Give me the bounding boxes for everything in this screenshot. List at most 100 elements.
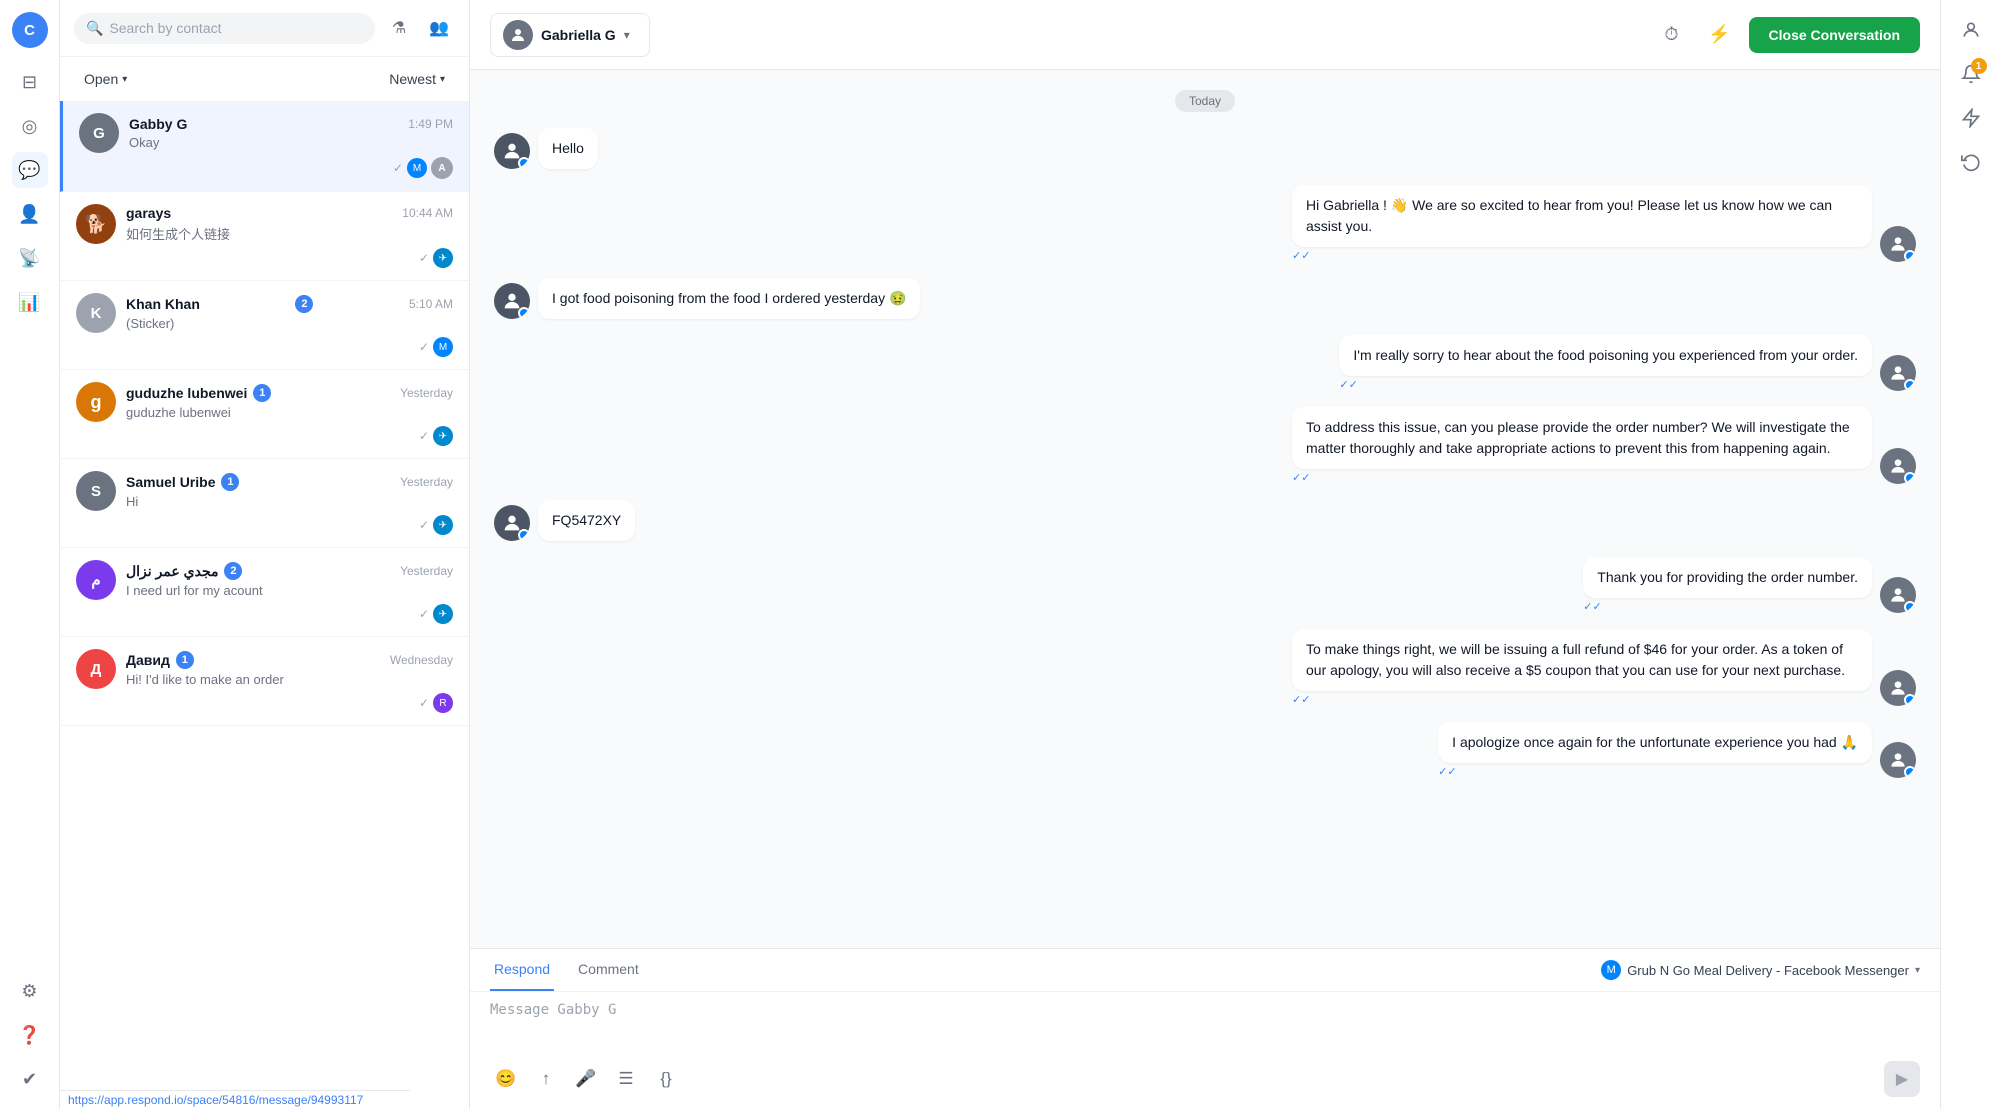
channel-name: Grub N Go Meal Delivery - Facebook Messe… (1627, 963, 1909, 978)
conv-time-guduzhe: Yesterday (400, 386, 453, 400)
close-conversation-button[interactable]: Close Conversation (1749, 17, 1920, 53)
conv-avatar-samuel: S (76, 471, 116, 511)
nav-chat-icon[interactable]: 💬 (12, 152, 48, 188)
conv-meta-guduzhe: guduzhe lubenwei 1 Yesterday guduzhe lub… (126, 384, 453, 420)
msg-check-m5: ✓✓ (1292, 471, 1872, 484)
conv-name-garays: garays (126, 205, 171, 221)
messenger-channel-icon: M (1601, 960, 1621, 980)
url-bar: https://app.respond.io/space/54816/messa… (60, 1090, 410, 1109)
msg-avatar-gabby-m6 (494, 505, 530, 541)
conv-agent-gabby: A (431, 157, 453, 179)
conv-name-majdi: مجدي عمر نزال (126, 563, 218, 580)
msg-row-m7: Thank you for providing the order number… (494, 557, 1916, 613)
emoji-icon[interactable]: 😊 (490, 1063, 522, 1095)
nav-contacts-icon[interactable]: 👤 (12, 196, 48, 232)
nav-status-icon[interactable]: ✔ (12, 1061, 48, 1097)
status-filter[interactable]: Open ▾ (76, 67, 135, 91)
msg-avatar-gabby-m3 (494, 283, 530, 319)
conv-item-david[interactable]: Д Давид 1 Wednesday Hi! I'd like to make… (60, 637, 469, 726)
msg-bubble-m3: I got food poisoning from the food I ord… (538, 278, 920, 319)
audio-icon[interactable]: 🎤 (570, 1063, 602, 1095)
template-icon[interactable]: ☰ (610, 1063, 642, 1095)
lightning-icon-btn[interactable]: ⚡ (1701, 16, 1739, 54)
conv-preview-garays: 如何生成个人链接 (126, 224, 453, 243)
input-channel[interactable]: M Grub N Go Meal Delivery - Facebook Mes… (1601, 949, 1920, 991)
agent-avatar-m9 (1880, 742, 1916, 778)
msg-bubble-m6: FQ5472XY (538, 500, 635, 541)
conv-time-majdi: Yesterday (400, 564, 453, 578)
send-button[interactable]: ▶ (1884, 1061, 1920, 1097)
conv-avatar-guduzhe: g (76, 382, 116, 422)
msg-avatar-gabby (494, 133, 530, 169)
nav-broadcasts-icon[interactable]: 📡 (12, 240, 48, 276)
platform-telegram-garays: ✈ (433, 248, 453, 268)
conv-item-majdi[interactable]: م مجدي عمر نزال 2 Yesterday I need url f… (60, 548, 469, 637)
variable-icon[interactable]: {} (650, 1063, 682, 1095)
agent-avatar-m5 (1880, 448, 1916, 484)
contact-selector[interactable]: Gabriella G ▾ (490, 13, 650, 57)
conv-avatar-garays: 🐕 (76, 204, 116, 244)
contact-selector-avatar (503, 20, 533, 50)
conversation-panel: 🔍 ⚗ 👥 Open ▾ Newest ▾ G Gabby G 1:49 PM (60, 0, 470, 1109)
conv-preview-david: Hi! I'd like to make an order (126, 672, 453, 687)
sort-filter[interactable]: Newest ▾ (381, 67, 453, 91)
search-bar: 🔍 ⚗ 👥 (60, 0, 469, 57)
conv-check-khan: ✓ (419, 340, 429, 354)
conv-time-samuel: Yesterday (400, 475, 453, 489)
conv-preview-khan: (Sticker) (126, 316, 453, 331)
nav-sidebar-icon[interactable]: ⊟ (12, 64, 48, 100)
nav-reports-icon[interactable]: 📊 (12, 284, 48, 320)
tab-respond[interactable]: Respond (490, 949, 554, 991)
conv-item-garays[interactable]: 🐕 garays 10:44 AM 如何生成个人链接 ✓ ✈ (60, 192, 469, 281)
conv-badge-samuel: 1 (221, 473, 239, 491)
conv-badge-guduzhe: 1 (253, 384, 271, 402)
conv-item-guduzhe[interactable]: g guduzhe lubenwei 1 Yesterday guduzhe l… (60, 370, 469, 459)
conv-meta-majdi: مجدي عمر نزال 2 Yesterday I need url for… (126, 562, 453, 598)
conv-name-guduzhe: guduzhe lubenwei (126, 385, 247, 401)
conv-meta-garays: garays 10:44 AM 如何生成个人链接 (126, 205, 453, 243)
nav-settings-icon[interactable]: ⚙ (12, 973, 48, 1009)
contact-selector-chevron-icon: ▾ (624, 28, 630, 42)
contact-info-icon[interactable] (1953, 12, 1989, 48)
platform-purple-david: R (433, 693, 453, 713)
agent-avatar-m8 (1880, 670, 1916, 706)
conv-preview-majdi: I need url for my acount (126, 583, 453, 598)
attachment-icon[interactable]: ↑ (530, 1063, 562, 1095)
chat-messages: Today Hello Hi Gabriella ! 👋 We are so e… (470, 70, 1940, 948)
platform-messenger-khan: M (433, 337, 453, 357)
conv-check-majdi: ✓ (419, 607, 429, 621)
msg-check-m2: ✓✓ (1292, 249, 1872, 262)
conv-meta-david: Давид 1 Wednesday Hi! I'd like to make a… (126, 651, 453, 687)
conv-item-gabby[interactable]: G Gabby G 1:49 PM Okay ✓ M A (60, 101, 469, 192)
conv-time-david: Wednesday (390, 653, 453, 667)
chat-header: Gabriella G ▾ ⏱ ⚡ Close Conversation (470, 0, 1940, 70)
add-contact-icon-btn[interactable]: 👥 (423, 12, 455, 44)
input-box[interactable] (470, 992, 1940, 1055)
msg-bubble-m1: Hello (538, 128, 598, 169)
tab-comment[interactable]: Comment (574, 949, 643, 991)
chat-input-area: Respond Comment M Grub N Go Meal Deliver… (470, 948, 1940, 1109)
nav-home-icon[interactable]: ◎ (12, 108, 48, 144)
lightning-right-icon[interactable] (1953, 100, 1989, 136)
search-input[interactable] (109, 20, 363, 36)
conv-check-samuel: ✓ (419, 518, 429, 532)
search-input-wrap[interactable]: 🔍 (74, 13, 375, 44)
nav-rail: C ⊟ ◎ 💬 👤 📡 📊 ⚙ ❓ ✔ (0, 0, 60, 1109)
notifications-icon[interactable]: 1 (1953, 56, 1989, 92)
conv-name-gabby: Gabby G (129, 116, 187, 132)
conv-item-khan[interactable]: K Khan Khan 2 5:10 AM (Sticker) ✓ M (60, 281, 469, 370)
filter-icon-btn[interactable]: ⚗ (383, 12, 415, 44)
conv-avatar-khan: K (76, 293, 116, 333)
msg-check-m9: ✓✓ (1438, 765, 1872, 778)
nav-help-icon[interactable]: ❓ (12, 1017, 48, 1053)
conv-item-samuel[interactable]: S Samuel Uribe 1 Yesterday Hi ✓ ✈ (60, 459, 469, 548)
date-label: Today (1175, 90, 1235, 112)
message-input[interactable] (490, 1000, 1920, 1042)
history-icon[interactable] (1953, 144, 1989, 180)
user-avatar[interactable]: C (12, 12, 48, 48)
conv-badge-khan: 2 (295, 295, 313, 313)
msg-row-m1: Hello (494, 128, 1916, 169)
conv-meta-khan: Khan Khan 2 5:10 AM (Sticker) (126, 295, 453, 331)
clock-icon-btn[interactable]: ⏱ (1653, 16, 1691, 54)
platform-messenger-gabby: M (407, 158, 427, 178)
